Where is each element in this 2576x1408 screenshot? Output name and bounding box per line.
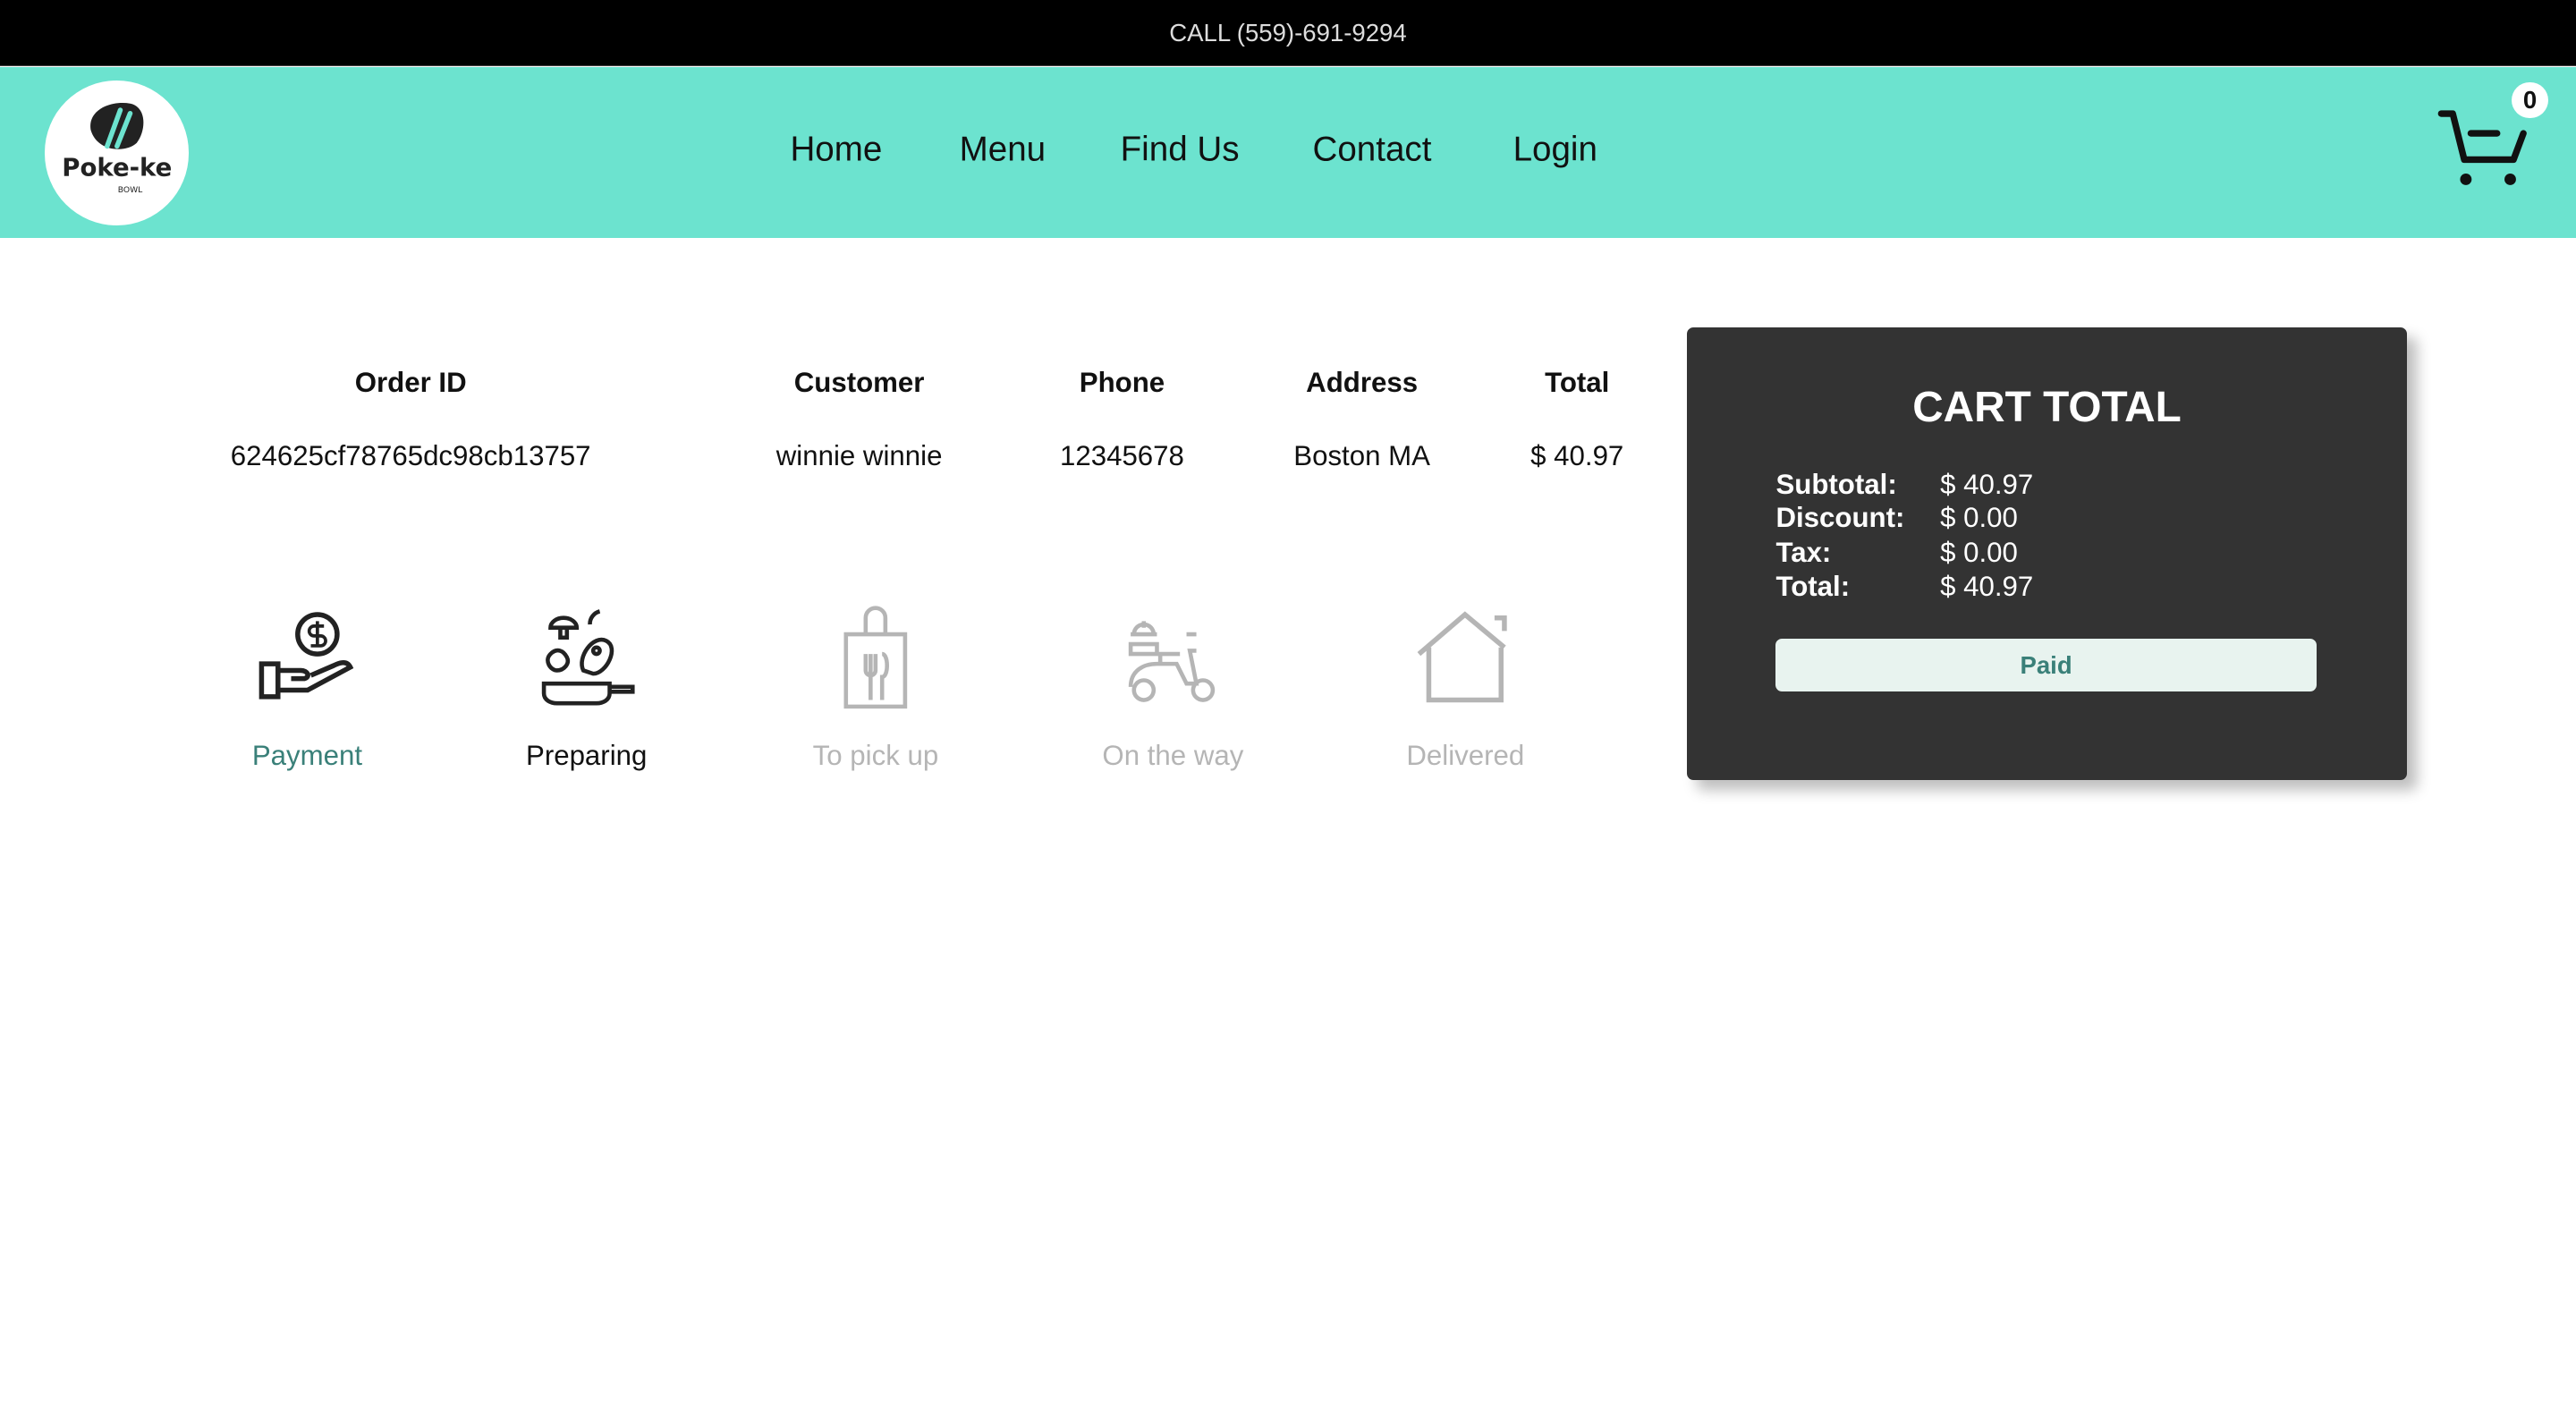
svg-text:BOWL: BOWL (117, 185, 142, 195)
customer-phone: 12345678 (1060, 440, 1184, 472)
step-label: Delivered (1406, 740, 1525, 772)
value: $ 0.00 (1940, 536, 2018, 568)
step-label: Preparing (525, 740, 648, 772)
label: Tax: (1775, 536, 1832, 568)
scooter-icon (1128, 621, 1215, 702)
nav-contact[interactable]: Contact (1313, 130, 1432, 169)
summary-tax: Tax: $ 0.00 (1775, 536, 2017, 571)
step-delivered: Delivered (1334, 605, 1597, 772)
label: Subtotal: (1775, 469, 1897, 501)
summary-subtotal: Subtotal: $ 40.97 (1775, 468, 2033, 503)
label: Discount: (1775, 502, 1905, 534)
house-icon (1418, 611, 1508, 703)
step-to-pick-up: To pick up (744, 605, 1007, 772)
step-payment: Payment (176, 605, 439, 772)
header-address: Address (1306, 366, 1419, 398)
cooking-icon (541, 609, 635, 706)
value: $ 40.97 (1940, 469, 2034, 501)
step-label: To pick up (812, 740, 939, 772)
top-bar: CALL (559)-691-9294 (0, 0, 2576, 67)
header-phone: Phone (1079, 366, 1165, 398)
order-total: $ 40.97 (1530, 440, 1624, 472)
svg-text:Poke-ke: Poke-ke (62, 154, 172, 182)
step-on-the-way: On the way (1041, 605, 1304, 772)
customer-name: winnie winnie (775, 440, 943, 472)
header-order-id: Order ID (354, 366, 467, 398)
customer-address: Boston MA (1293, 440, 1430, 472)
summary-total: Total: $ 40.97 (1775, 570, 2033, 605)
step-preparing: Preparing (455, 605, 718, 772)
navbar: Poke-ke BOWL Home Menu Find Us Contact L… (0, 67, 2576, 239)
summary-discount: Discount: $ 0.00 (1775, 501, 2017, 536)
header-total: Total (1545, 366, 1610, 398)
value: $ 0.00 (1940, 502, 2018, 534)
paid-button[interactable]: Paid (1775, 639, 2317, 692)
value: $ 40.97 (1940, 571, 2034, 603)
cart-button[interactable] (2435, 104, 2533, 190)
order-id: 624625cf78765dc98cb13757 (230, 440, 591, 472)
logo-icon: Poke-ke BOWL (62, 103, 172, 195)
cart-count-badge: 0 (2512, 81, 2548, 119)
nav-find-us[interactable]: Find Us (1121, 130, 1240, 169)
cart-total-card: CART TOTAL Subtotal: $ 40.97 Discount: $ 0… (1687, 327, 2407, 781)
nav-home[interactable]: Home (790, 130, 882, 169)
label: Total: (1775, 571, 1851, 603)
header-customer: Customer (793, 366, 925, 398)
cart-total-title: CART TOTAL (1912, 383, 2182, 431)
cart-icon (2437, 110, 2527, 185)
call-phone[interactable]: CALL (559)-691-9294 (1169, 19, 1406, 47)
step-label: Payment (251, 740, 363, 772)
step-label: On the way (1102, 740, 1244, 772)
bag-icon (843, 606, 908, 709)
nav-login[interactable]: Login (1513, 130, 1597, 169)
nav-menu[interactable]: Menu (960, 130, 1046, 169)
hand-coin-icon (258, 612, 353, 700)
logo[interactable]: Poke-ke BOWL (44, 80, 190, 225)
